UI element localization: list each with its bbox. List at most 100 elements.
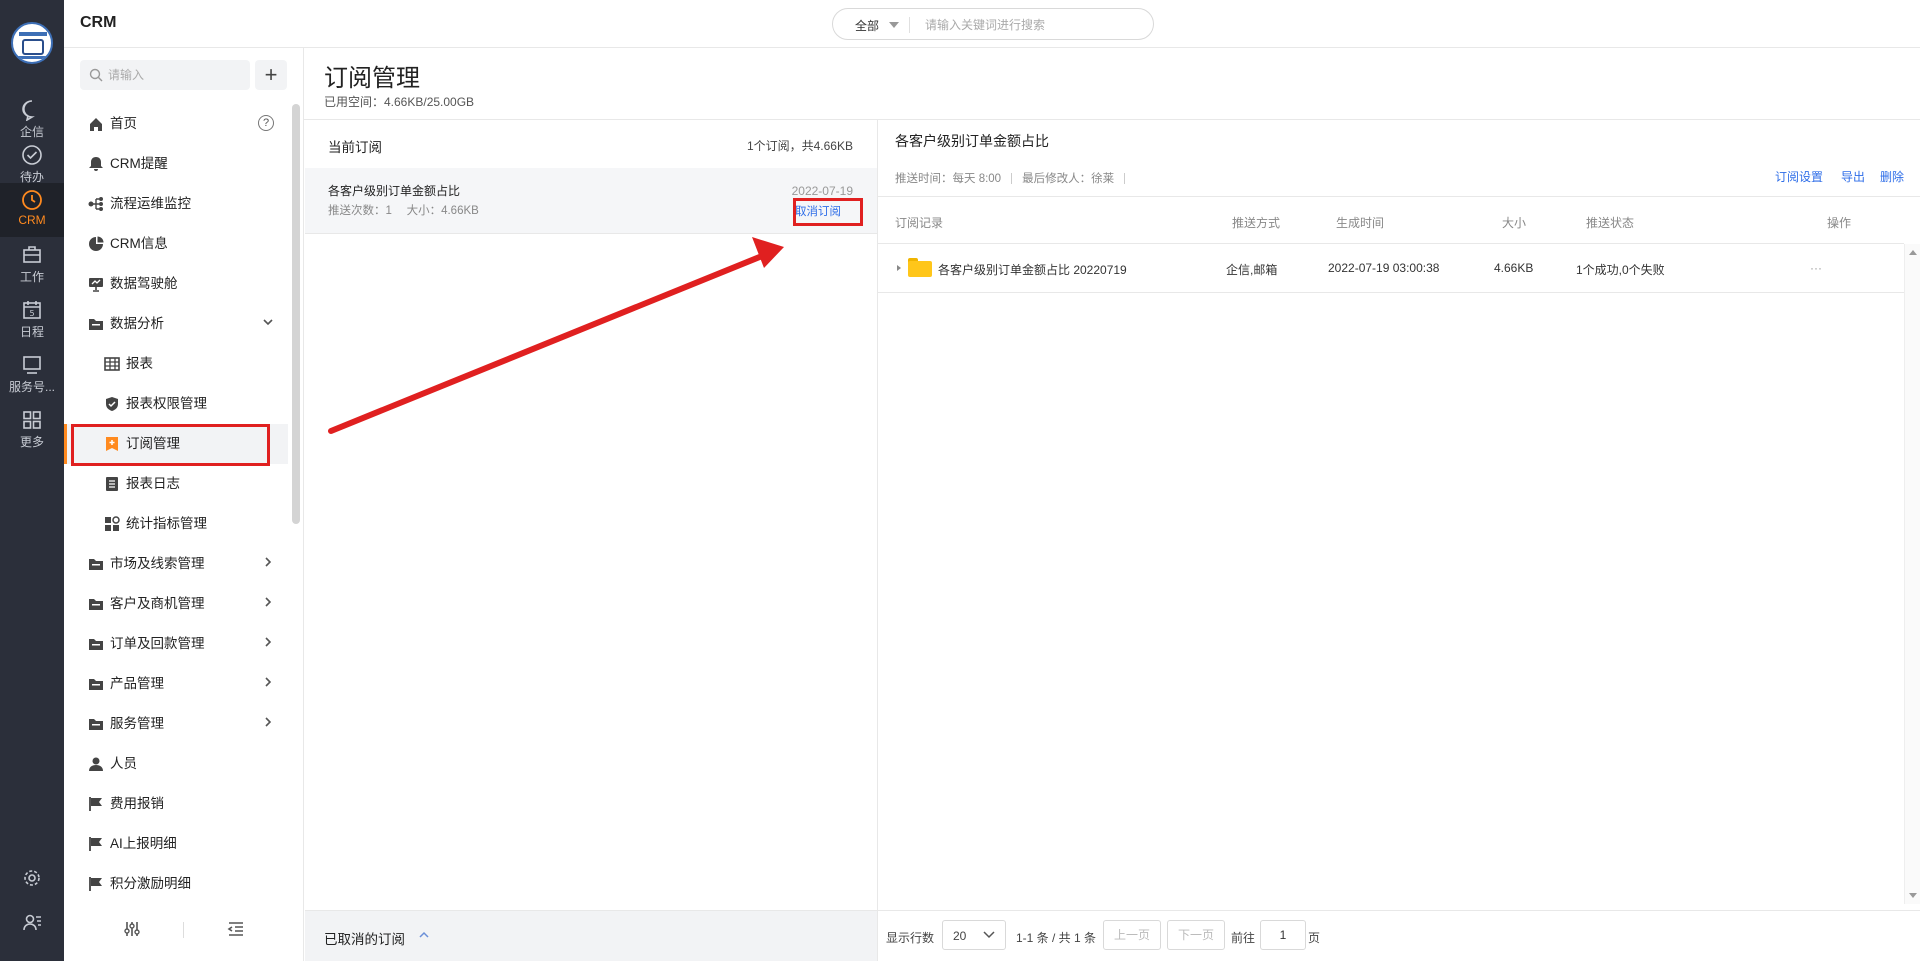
sliders-icon[interactable] xyxy=(123,920,141,938)
sidebar-item-label: 人员 xyxy=(110,756,137,771)
rail-item-crm[interactable]: CRM xyxy=(0,183,64,237)
record-name[interactable]: 各客户级别订单金额占比 20220719 xyxy=(938,261,1127,278)
chevron-down-icon[interactable] xyxy=(889,22,899,28)
last-modifier: 最后修改人：徐莱 xyxy=(1022,173,1115,185)
sidebar-item[interactable]: 数据驾驶舱 xyxy=(64,264,288,304)
company-logo[interactable] xyxy=(11,22,53,64)
app-title: CRM xyxy=(80,14,117,31)
sidebar-item[interactable]: CRM信息 xyxy=(64,224,288,264)
detail-meta: 推送时间：每天 8:00 最后修改人：徐莱 xyxy=(895,170,1135,186)
pie-icon xyxy=(89,236,104,251)
sidebar-search-input[interactable] xyxy=(108,66,238,84)
folder-icon xyxy=(89,639,103,650)
profile-button[interactable] xyxy=(0,912,64,935)
app-rail: 企信 待办 CRM 工作 5 日程 服务号... 更多 xyxy=(0,0,64,961)
column-header: 生成时间 xyxy=(1336,216,1385,230)
cancelled-subscriptions-label: 已取消的订阅 xyxy=(324,932,405,947)
folder-icon xyxy=(89,719,103,730)
add-button[interactable]: + xyxy=(255,60,287,90)
divider xyxy=(183,922,184,938)
column-header: 大小 xyxy=(1502,216,1527,230)
flow-icon xyxy=(88,197,103,211)
subscription-date: 2022-07-19 xyxy=(791,184,853,198)
push-time: 推送时间：每天 8:00 xyxy=(895,173,1002,185)
sidebar-item[interactable]: 报表 xyxy=(64,344,288,384)
subscription-meta: 推送次数：1 大小：4.66KB xyxy=(328,205,479,217)
list-icon xyxy=(106,477,118,491)
sidebar-item[interactable]: AI上报明细 xyxy=(64,824,288,864)
subscription-name: 各客户级别订单金额占比 xyxy=(328,184,461,198)
sidebar-item-label: 流程运维监控 xyxy=(110,196,191,211)
subscription-card[interactable]: 各客户级别订单金额占比 推送次数：1 大小：4.66KB 2022-07-19 … xyxy=(305,168,877,234)
delete-link[interactable]: 删除 xyxy=(1880,168,1904,185)
cancelled-subscriptions-toggle[interactable]: 已取消的订阅 xyxy=(305,910,877,961)
sidebar-item[interactable]: 数据分析 xyxy=(64,304,288,344)
sidebar-item-label: 市场及线索管理 xyxy=(110,556,205,571)
page-number-input[interactable] xyxy=(1260,920,1306,950)
global-search: 全部 xyxy=(832,8,1154,40)
chevron-up-icon xyxy=(419,931,429,938)
next-page-button[interactable]: 下一页 xyxy=(1167,920,1225,950)
sidebar-scrollbar[interactable] xyxy=(292,104,300,524)
sidebar-search xyxy=(80,60,250,90)
chevron-right-icon xyxy=(265,677,272,687)
divider xyxy=(304,119,1920,120)
sidebar-item[interactable]: 报表日志 xyxy=(64,464,288,504)
settings-button[interactable] xyxy=(0,868,64,891)
highlight-box xyxy=(71,424,270,466)
sidebar-footer xyxy=(64,908,304,958)
rail-item-more[interactable]: 更多 xyxy=(0,403,64,457)
metric-icon xyxy=(105,516,120,531)
rail-item-work[interactable]: 工作 xyxy=(0,238,64,292)
chevron-down-icon xyxy=(983,931,995,939)
divider xyxy=(878,292,1904,293)
detail-title: 各客户级别订单金额占比 xyxy=(895,133,1049,149)
column-header: 订阅记录 xyxy=(895,216,944,230)
more-actions-button[interactable]: ··· xyxy=(1810,261,1822,275)
sidebar-item-label: 数据分析 xyxy=(110,316,164,331)
dashboard-icon xyxy=(89,278,103,292)
sidebar-item[interactable]: 费用报销 xyxy=(64,784,288,824)
collapse-menu-icon[interactable] xyxy=(227,921,245,937)
sidebar-item[interactable]: 产品管理 xyxy=(64,664,288,704)
table-scrollbar[interactable] xyxy=(1904,244,1920,904)
sidebar-item[interactable]: 报表权限管理 xyxy=(64,384,288,424)
export-link[interactable]: 导出 xyxy=(1841,168,1865,185)
divider xyxy=(1011,173,1013,185)
sidebar-item[interactable]: 流程运维监控 xyxy=(64,184,288,224)
sidebar-item[interactable]: 首页? xyxy=(64,104,288,144)
rows-per-page-select[interactable]: 20 xyxy=(942,920,1006,950)
table-icon xyxy=(104,357,120,371)
sidebar-item[interactable]: 统计指标管理 xyxy=(64,504,288,544)
expand-row-icon[interactable] xyxy=(897,265,901,271)
sidebar-item[interactable]: 订单及回款管理 xyxy=(64,624,288,664)
subscription-settings-link[interactable]: 订阅设置 xyxy=(1775,168,1823,185)
sidebar-item[interactable]: CRM提醒 xyxy=(64,144,288,184)
current-subscriptions-title: 当前订阅 xyxy=(328,140,382,155)
sidebar-item[interactable]: 积分激励明细 xyxy=(64,864,288,904)
divider xyxy=(909,17,910,33)
sidebar-item[interactable]: 服务管理 xyxy=(64,704,288,744)
search-scope-select[interactable]: 全部 xyxy=(855,17,879,34)
subscription-count: 1个订阅，共4.66KB xyxy=(746,139,853,153)
chat-icon xyxy=(22,100,35,121)
rail-label: 服务号... xyxy=(8,380,55,394)
sidebar-item[interactable]: 人员 xyxy=(64,744,288,784)
prev-page-button[interactable]: 上一页 xyxy=(1103,920,1161,950)
rail-item-service[interactable]: 服务号... xyxy=(0,348,64,402)
storage-usage: 已用空间：4.66KB/25.00GB xyxy=(324,95,475,109)
folder-icon xyxy=(89,559,103,570)
rows-label: 显示行数 xyxy=(886,931,935,945)
generated-time: 2022-07-19 03:00:38 xyxy=(1328,261,1440,275)
search-input[interactable] xyxy=(925,15,1135,35)
sidebar-item-label: 费用报销 xyxy=(110,796,164,811)
sidebar-item[interactable]: 客户及商机管理 xyxy=(64,584,288,624)
rail-item-schedule[interactable]: 5 日程 xyxy=(0,293,64,347)
clock-icon xyxy=(22,190,42,210)
sidebar-item[interactable]: 市场及线索管理 xyxy=(64,544,288,584)
search-icon xyxy=(89,68,103,82)
help-icon[interactable]: ? xyxy=(258,115,274,131)
sidebar-item-label: 服务管理 xyxy=(110,716,164,731)
top-bar: CRM 全部 xyxy=(64,0,1920,48)
page-unit-label: 页 xyxy=(1308,931,1321,945)
